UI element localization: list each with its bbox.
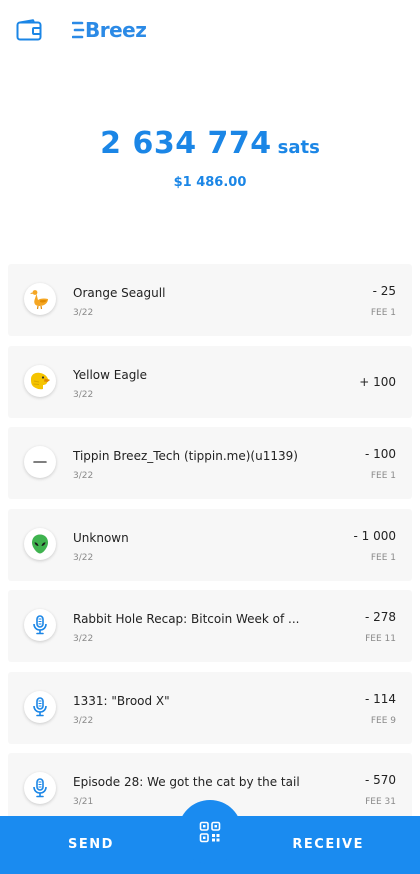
transaction-fee: FEE 11: [365, 634, 396, 644]
transaction-item[interactable]: 1331: "Brood X" 3/22 - 114 FEE 9: [8, 671, 412, 744]
scan-button[interactable]: [178, 800, 242, 864]
transaction-date: 3/22: [73, 552, 94, 563]
transaction-date: 3/22: [73, 389, 94, 400]
transaction-amount: + 100: [359, 374, 396, 389]
transaction-title: Tippin Breez_Tech (tippin.me)(u1139): [73, 449, 298, 463]
receive-button[interactable]: RECEIVE: [292, 816, 364, 874]
orange-seagull-icon: [24, 283, 56, 315]
transaction-title: Episode 28: We got the cat by the tail: [73, 775, 300, 789]
transaction-title: 1331: "Brood X": [73, 693, 170, 708]
transaction-list: Orange Seagull 3/22 - 25 FEE 1 Yellow Ea…: [8, 264, 412, 835]
transaction-amount: - 25: [372, 284, 396, 298]
transaction-amount: - 100: [364, 447, 396, 461]
transaction-item[interactable]: Yellow Eagle 3/22 + 100: [8, 345, 412, 418]
transaction-date: 3/22: [73, 634, 94, 644]
microphone-icon: [24, 609, 56, 641]
transaction-fee: FEE 1: [370, 471, 396, 481]
balance-unit: sats: [277, 137, 320, 158]
transaction-item[interactable]: Orange Seagull 3/22 - 25 FEE 1: [8, 264, 412, 336]
transaction-item[interactable]: Rabbit Hole Recap: Bitcoin Week of ... 3…: [8, 590, 412, 662]
transaction-title: Orange Seagull: [73, 286, 166, 300]
breez-logo: Breez: [72, 16, 147, 44]
transaction-title: Unknown: [73, 530, 129, 545]
transaction-amount: - 114: [364, 691, 396, 706]
transaction-fee: FEE 31: [365, 797, 396, 807]
balance-fiat[interactable]: $1 486.00: [0, 175, 420, 190]
transaction-title: Rabbit Hole Recap: Bitcoin Week of ...: [73, 612, 300, 626]
microphone-icon: [24, 690, 56, 723]
transaction-item[interactable]: Tippin Breez_Tech (tippin.me)(u1139) 3/2…: [8, 427, 412, 499]
transaction-fee: FEE 1: [370, 308, 396, 318]
transaction-date: 3/22: [73, 471, 94, 481]
microphone-icon: [24, 772, 56, 804]
transaction-date: 3/21: [73, 797, 94, 807]
transaction-amount: - 1 000: [353, 528, 397, 543]
transaction-amount: - 278: [364, 610, 396, 624]
alien-icon: [24, 527, 56, 560]
transaction-title: Yellow Eagle: [73, 367, 148, 382]
app-root: Breez 2 634 774 sats $1 486.00 Orange Se…: [0, 0, 420, 874]
transaction-fee: FEE 1: [370, 552, 396, 563]
logo-text: Breez: [85, 18, 147, 42]
transaction-date: 3/22: [73, 715, 94, 726]
transaction-date: 3/22: [73, 308, 94, 318]
send-button[interactable]: SEND: [68, 816, 114, 874]
transaction-amount: - 570: [364, 773, 396, 787]
breez-logo-mark-icon: [72, 21, 85, 39]
transaction-fee: FEE 9: [370, 715, 396, 726]
yellow-eagle-icon: [24, 364, 56, 397]
balance-amount: 2 634 774: [100, 126, 272, 161]
transaction-item[interactable]: Unknown 3/22 - 1 000 FEE 1: [8, 508, 412, 581]
minus-icon: [24, 446, 56, 478]
qr-scan-icon: [199, 821, 221, 843]
balance-section: 2 634 774 sats $1 486.00: [0, 126, 420, 190]
wallet-icon[interactable]: [16, 19, 42, 41]
